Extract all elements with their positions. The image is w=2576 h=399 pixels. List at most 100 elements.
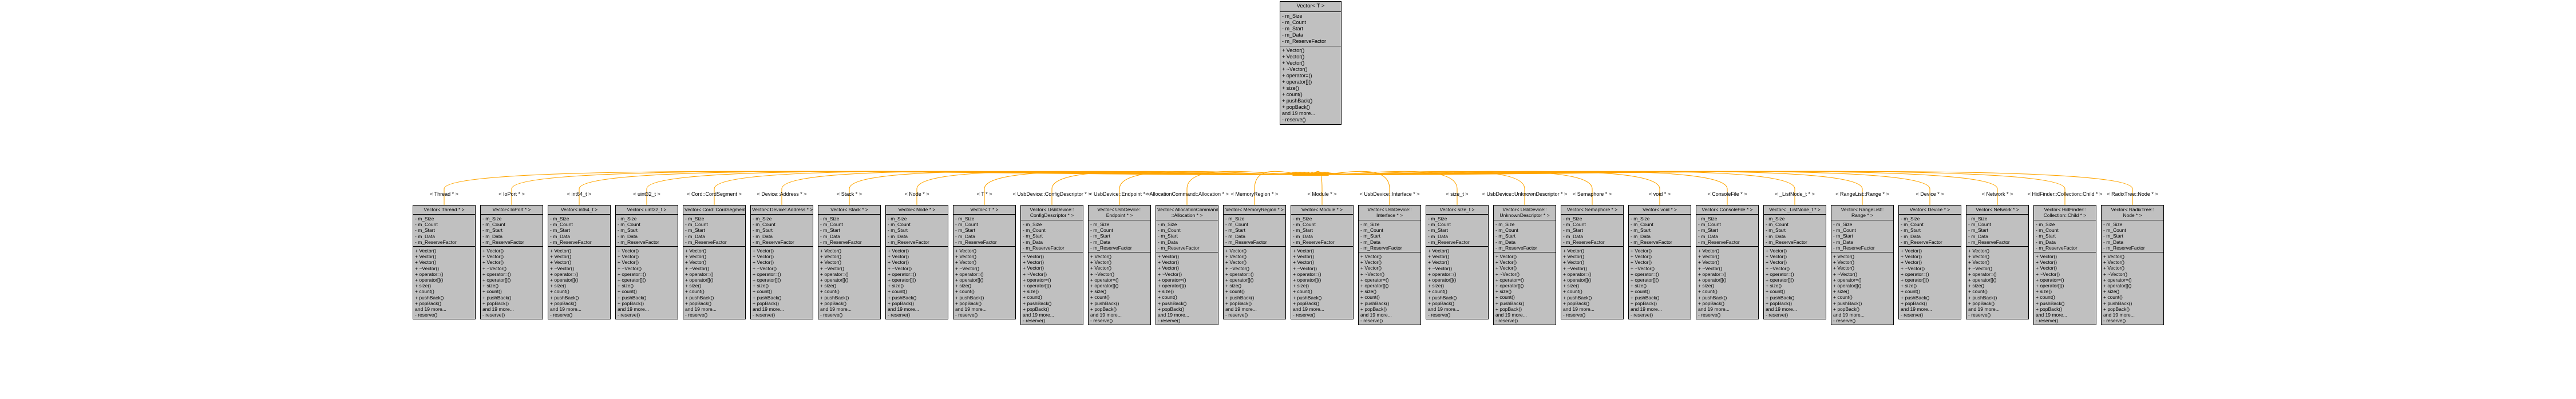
instance-class-node[interactable]: Vector< ConsoleFile * > - m_Size - m_Count…: [1696, 205, 1759, 320]
attribute-row: - m_ReserveFactor: [415, 239, 457, 245]
method-row: + size(): [1563, 283, 1580, 289]
edge-arrowhead: [1299, 172, 1303, 176]
instance-class-node[interactable]: Vector< size_t > - m_Size - m_Count - m_Sta…: [1426, 205, 1489, 320]
method-row: + count(): [753, 289, 772, 295]
method-row: + operator=(): [618, 271, 646, 277]
method-row: + size(): [1158, 289, 1174, 295]
instance-class-node[interactable]: Vector< void * > - m_Size - m_Count - m_Sta…: [1628, 205, 1691, 320]
method-row: + Vector(): [1090, 259, 1112, 266]
class-title: Vector< Cord::CordSegment >: [683, 206, 745, 215]
instance-class-node[interactable]: Vector< Network * > - m_Size - m_Count - m_…: [1966, 205, 2029, 320]
attribute-row: - m_Count: [955, 222, 978, 228]
instance-class-node[interactable]: Vector< UsbDevice:: Interface * > - m_Size…: [1358, 205, 1421, 326]
edge-label: < _ListNode_t * >: [1775, 191, 1815, 197]
method-row: + ~Vector(): [1225, 265, 1250, 271]
method-row: + Vector(): [1766, 254, 1787, 260]
method-row: + count(): [1293, 289, 1312, 295]
method-row: + operator[](): [1833, 283, 1862, 289]
method-row: + Vector(): [1428, 248, 1450, 254]
instance-class-node[interactable]: Vector< Semaphore * > - m_Size - m_Count - …: [1561, 205, 1624, 320]
method-row: + Vector(): [415, 248, 437, 254]
attribute-row: - m_Size: [1563, 216, 1582, 222]
instance-class-node[interactable]: Vector< RangeList:: Range * > - m_Size - m_…: [1831, 205, 1894, 326]
instance-class-node[interactable]: Vector< _ListNode_t * > - m_Size - m_Count…: [1763, 205, 1826, 320]
method-row: - reserve(): [1023, 318, 1046, 324]
instance-class-node[interactable]: Vector< RadixTree:: Node * > - m_Size - m_C…: [2101, 205, 2164, 326]
instance-class-node[interactable]: Vector< Module * > - m_Size - m_Count - m_S…: [1291, 205, 1354, 320]
instance-class-node[interactable]: Vector< Node * > - m_Size - m_Count - m_Sta…: [885, 205, 948, 320]
attribute-row: - m_Data: [888, 233, 908, 239]
attribute-row: - m_ReserveFactor: [1158, 244, 1200, 251]
method-row: + pushBack(): [2103, 300, 2132, 306]
attribute-row: - m_ReserveFactor: [1225, 239, 1267, 245]
method-row: + popBack(): [415, 300, 442, 306]
method-row: + count(): [482, 289, 502, 295]
method-row: + ~Vector(): [1293, 265, 1317, 271]
instance-class-node[interactable]: Vector< UsbDevice:: ConfigDescriptor * > -…: [1020, 205, 1083, 326]
method-row: + operator[](): [415, 277, 444, 283]
method-row: + size(): [1698, 283, 1715, 289]
method-row: + Vector(): [685, 259, 707, 266]
instance-class-node[interactable]: Vector< HidFinder:: Collection::Child * >…: [2033, 205, 2096, 326]
instance-class-node[interactable]: Vector< Stack * > - m_Size - m_Count - m_St…: [818, 205, 881, 320]
attribute-row: - m_ReserveFactor: [550, 239, 592, 245]
instance-class-node[interactable]: Vector< UsbDevice:: Endpoint * > - m_Size -…: [1088, 205, 1151, 326]
instantiation-edge: [1119, 171, 1308, 205]
method-row: + Vector(): [1833, 265, 1855, 271]
attribute-row: - m_Count: [1293, 222, 1316, 228]
attribute-row: - m_Start: [685, 227, 705, 234]
instantiation-edge: [1317, 171, 1660, 205]
instantiation-edge: [1313, 171, 1458, 205]
edge-arrowhead: [1304, 172, 1308, 176]
attribute-row: - m_Start: [1090, 233, 1110, 239]
method-row: + popBack(): [1428, 300, 1455, 306]
class-title: Vector< RangeList:: Range * >: [1831, 206, 1893, 220]
instance-class-node[interactable]: Vector< T * > - m_Size - m_Count - m_Start -…: [953, 205, 1016, 320]
method-row: + count(): [820, 289, 840, 295]
method-row: + popBack(): [482, 300, 509, 306]
method-row: + pushBack(): [2036, 300, 2065, 306]
attributes-compartment: - m_Size - m_Count - m_Start - m_Data - m_Re…: [953, 215, 1015, 247]
method-row: + popBack(): [753, 300, 779, 306]
attribute-row: - m_Size: [753, 216, 772, 222]
class-title: Vector< _ListNode_t * >: [1764, 206, 1826, 215]
method-row: + ~Vector(): [2036, 271, 2060, 277]
edge-arrowhead: [1303, 172, 1307, 176]
instance-class-node[interactable]: Vector< Cord::CordSegment > - m_Size - m_C…: [683, 205, 746, 320]
method-row: + popBack(): [1563, 300, 1590, 306]
instance-class-node[interactable]: Vector< Device * > - m_Size - m_Count - m_S…: [1898, 205, 1961, 320]
instance-class-node[interactable]: Vector< int64_t > - m_Size - m_Count - m_St…: [548, 205, 611, 320]
method-row: + popBack(): [955, 300, 982, 306]
instantiation-edge: [984, 171, 1305, 205]
edge-arrowhead: [1316, 172, 1320, 176]
attribute-row: - m_Start: [2036, 233, 2056, 239]
method-row: + size(): [2103, 289, 2120, 295]
attributes-compartment: - m_Size - m_Count - m_Start - m_Data - m_Re…: [1899, 215, 1961, 247]
instance-class-node[interactable]: Vector< uint32_t > - m_Size - m_Count - m_S…: [615, 205, 678, 320]
method-row: and 19 more...: [1901, 306, 1932, 313]
method-row: + ~Vector(): [1495, 271, 1520, 277]
method-row: + Vector(): [753, 259, 774, 266]
instance-class-node[interactable]: Vector< Device::Address * > - m_Size - m_C…: [750, 205, 813, 320]
edge-label: < IoPort * >: [498, 191, 525, 197]
instance-class-node[interactable]: Vector< Thread * > - m_Size - m_Count - m_S…: [413, 205, 476, 320]
instance-class-node[interactable]: Vector< AllocationCommand::Allocation * …: [1156, 205, 1218, 326]
root-class-node[interactable]: Vector< T > - m_Size - m_Count - m_Start - m…: [1280, 1, 1342, 125]
edge-arrowhead: [1321, 172, 1325, 176]
attribute-row: - m_Data: [1360, 239, 1380, 245]
method-row: and 19 more...: [550, 306, 581, 313]
method-row: and 19 more...: [1225, 306, 1257, 313]
method-row: + size(): [2036, 289, 2052, 295]
method-row: + Vector(): [1698, 254, 1720, 260]
attribute-row: - m_ReserveFactor: [2036, 244, 2078, 251]
instance-class-node[interactable]: Vector< UsbDevice:: UnknownDescriptor * >…: [1493, 205, 1556, 326]
edge-arrowhead: [1301, 172, 1305, 176]
method-row: + ~Vector(): [618, 265, 642, 271]
method-row: + ~Vector(): [2103, 271, 2128, 277]
instance-class-node[interactable]: Vector< MemoryRegion * > - m_Size - m_Coun…: [1223, 205, 1286, 320]
edge-arrowhead: [1311, 172, 1315, 176]
attribute-row: - m_ReserveFactor: [1023, 244, 1065, 251]
method-row: + Vector(): [1225, 259, 1247, 266]
instance-class-node[interactable]: Vector< IoPort * > - m_Size - m_Count - m_S…: [480, 205, 543, 320]
attributes-compartment: - m_Size - m_Count - m_Start - m_Data - m_Re…: [1561, 215, 1623, 247]
